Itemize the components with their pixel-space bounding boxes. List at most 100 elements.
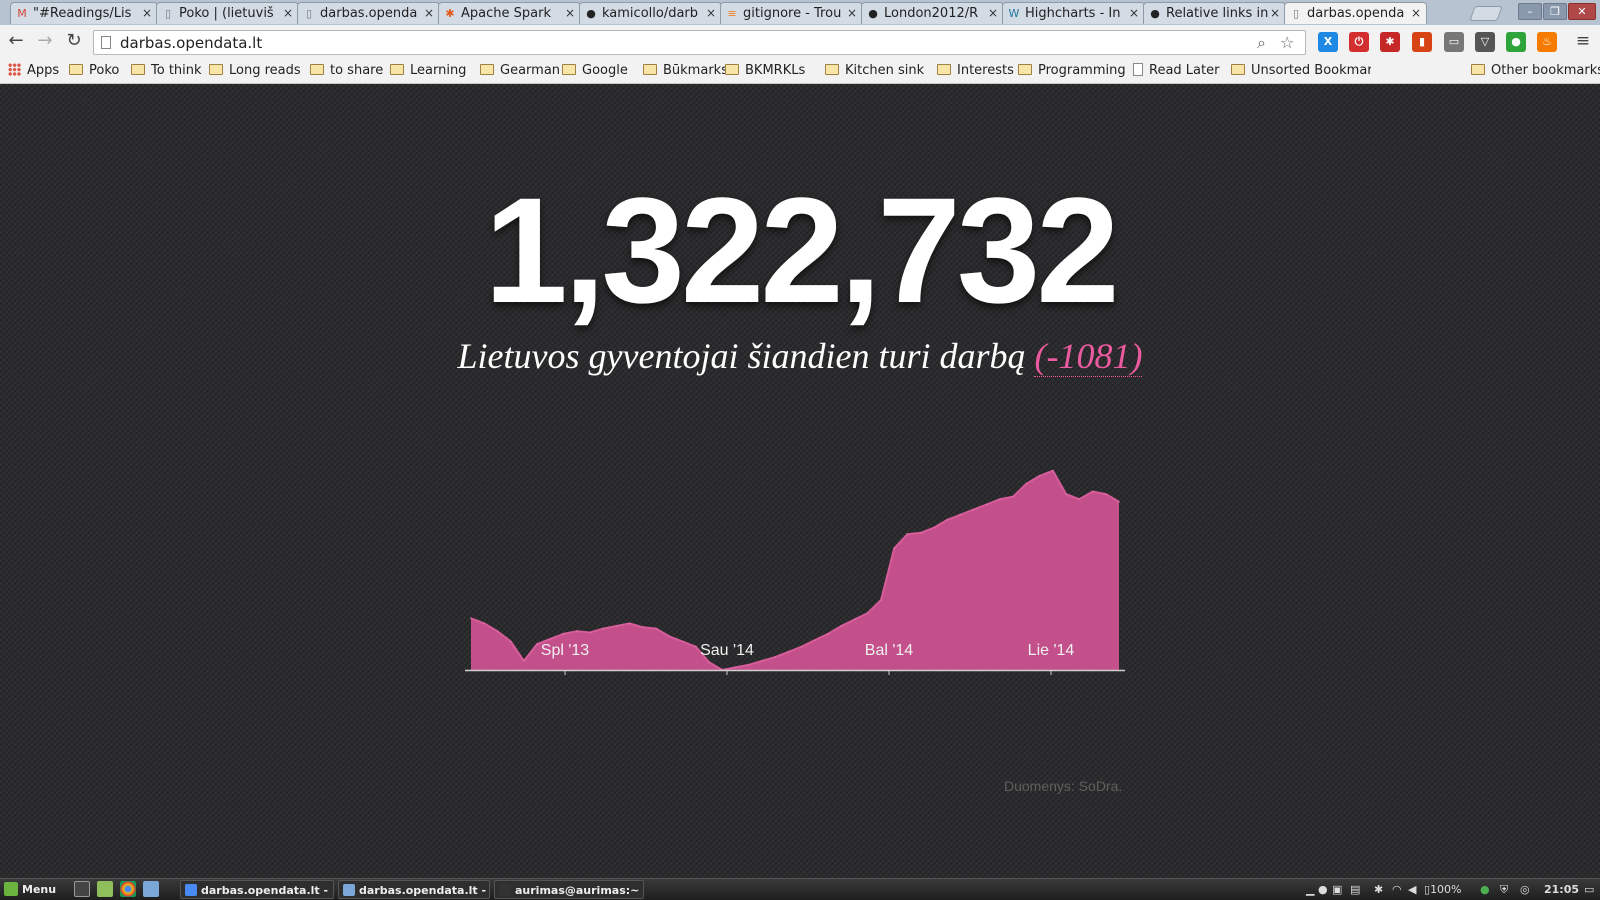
data-point[interactable] [853,618,856,621]
tab-5[interactable]: ≡ gitignore - Trou × [720,2,863,24]
tab-close-icon[interactable]: × [1411,3,1421,24]
tab-close-icon[interactable]: × [565,3,575,24]
data-point[interactable] [840,625,843,627]
bookmark-to-share[interactable]: to share [310,63,383,79]
data-point[interactable] [1105,493,1107,495]
address-bar[interactable]: darbas.opendata.lt ⌕ ☆ [93,30,1306,55]
data-point[interactable] [549,638,552,640]
data-point[interactable] [906,533,909,535]
back-button[interactable]: ← [5,30,27,52]
data-point[interactable] [1025,482,1028,485]
tab-close-icon[interactable]: × [424,3,434,24]
data-point[interactable] [827,633,829,635]
data-point[interactable] [589,631,591,634]
evernote-icon[interactable]: ● [1506,32,1526,52]
data-point[interactable] [1012,495,1014,498]
tab-close-icon[interactable]: × [142,3,152,24]
data-point[interactable] [483,622,485,625]
start-menu-button[interactable]: Menu [2,880,56,899]
data-point[interactable] [800,645,803,648]
data-point[interactable] [880,599,882,601]
bookmark-poko[interactable]: Poko [69,63,119,79]
bookmark-ext-icon[interactable]: ▮ [1412,32,1432,52]
bookmark-to-think[interactable]: To think [131,63,202,79]
daily-change-link[interactable]: (-1081) [1034,336,1143,377]
tab-close-icon[interactable]: × [1270,3,1280,24]
taskbar-window-0[interactable]: darbas.opendata.lt - ... [180,880,334,899]
tray-app-icon[interactable]: ▣ [1332,881,1342,898]
lastpass-icon[interactable]: ✱ [1380,32,1400,52]
data-point[interactable] [933,526,935,529]
tray-minimize-icon[interactable]: ▁ [1306,881,1314,898]
data-point[interactable] [602,627,604,630]
tab-close-icon[interactable]: × [283,3,293,24]
data-point[interactable] [655,627,657,630]
bookmark-unsorted-bookmark[interactable]: Unsorted Bookmark [1231,63,1371,79]
data-point[interactable] [919,532,922,534]
data-point[interactable] [470,617,472,620]
data-point[interactable] [708,661,710,663]
data-point[interactable] [959,514,962,516]
data-point[interactable] [681,640,684,643]
bookmark-interests[interactable]: Interests [937,63,1014,79]
shield-icon[interactable]: ⛨ [1500,881,1508,898]
bookmark-bkmrkls[interactable]: BKMRKLs [725,63,805,79]
tab-0[interactable]: M "#Readings/Lis × [10,2,158,24]
data-point[interactable] [999,498,1001,500]
taskbar-window-2[interactable]: aurimas@aurimas:~ [494,880,644,899]
fire-icon[interactable]: ♨ [1537,32,1557,52]
network-icon[interactable]: ◎ [1520,881,1530,898]
reload-button[interactable]: ↻ [63,30,85,52]
tab-close-icon[interactable]: × [1129,3,1139,24]
employment-area-series[interactable] [471,470,1119,670]
zoom-icon[interactable]: ⌕ [1257,33,1266,53]
forward-button[interactable]: → [34,30,56,52]
tab-2[interactable]: ▯ darbas.openda × [297,2,440,24]
bookmark-other-bookmarks[interactable]: Other bookmarks [1471,63,1600,79]
data-point[interactable] [734,666,737,669]
show-desktop-icon[interactable]: ▭ [1584,881,1594,898]
bluetooth-icon[interactable]: ✱ [1374,881,1383,898]
pocket-icon[interactable]: ▽ [1475,32,1495,52]
maximize-button[interactable]: ❐ [1543,3,1567,20]
star-icon[interactable]: ☆ [1280,33,1294,53]
data-point[interactable] [866,612,869,614]
data-point[interactable] [893,547,895,550]
tab-9[interactable]: ▯ darbas.openda × [1284,2,1427,24]
cast-icon[interactable]: ▭ [1444,32,1464,52]
tab-close-icon[interactable]: × [847,3,857,24]
close-window-button[interactable]: ✕ [1568,3,1596,20]
data-point[interactable] [628,622,631,625]
data-point[interactable] [615,625,618,627]
data-point[interactable] [1052,470,1054,472]
chrome-launcher-icon[interactable] [120,881,136,897]
evernote-tray-icon[interactable]: ● [1480,881,1490,898]
data-point[interactable] [1078,498,1081,500]
data-point[interactable] [946,519,948,521]
data-point[interactable] [523,660,525,662]
data-point[interactable] [1091,490,1094,493]
bookmark-programming[interactable]: Programming [1018,63,1126,79]
minimize-button[interactable]: – [1518,3,1542,20]
battery-indicator[interactable]: ▯100% [1424,881,1462,898]
tab-1[interactable]: ▯ Poko | (lietuviš × [156,2,299,24]
data-point[interactable] [576,630,578,632]
user-icon[interactable]: ● [1318,881,1328,898]
bookmark-learning[interactable]: Learning [390,63,466,79]
data-point[interactable] [642,626,644,629]
tab-7[interactable]: W Highcharts - In × [1002,2,1145,24]
data-point[interactable] [562,633,565,635]
bookmark-kitchen-sink[interactable]: Kitchen sink [825,63,924,79]
wifi-icon[interactable]: ◠ [1392,881,1402,898]
bookmark-apps[interactable]: Apps [8,63,59,79]
files-launcher-icon[interactable] [97,881,113,897]
taskbar-window-1[interactable]: darbas.opendata.lt - ... [338,880,490,899]
data-point[interactable] [1118,501,1120,503]
data-point[interactable] [496,630,499,632]
bookmark-gearman[interactable]: Gearman [480,63,560,79]
data-point[interactable] [1038,475,1041,477]
data-point[interactable] [814,639,816,641]
chrome-menu-icon[interactable]: ≡ [1572,30,1594,52]
tab-6[interactable]: ● London2012/R × [861,2,1004,24]
bookmark-long-reads[interactable]: Long reads [209,63,301,79]
